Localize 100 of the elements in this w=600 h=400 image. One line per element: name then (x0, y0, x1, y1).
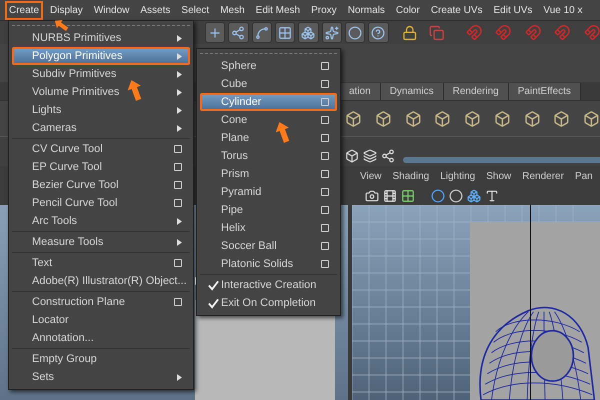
shelf-tab[interactable]: Dynamics (380, 83, 444, 100)
menu-bar-item[interactable]: Edit Mesh (252, 0, 304, 20)
option-box-icon[interactable] (174, 163, 182, 171)
menu-item[interactable]: EP Curve Tool (12, 158, 190, 176)
option-box-icon[interactable] (321, 206, 329, 214)
option-box-icon[interactable] (174, 181, 182, 189)
menu-item[interactable]: CV Curve Tool (12, 140, 190, 158)
menu-item[interactable]: Construction Plane (12, 293, 190, 311)
camera-icon[interactable] (365, 188, 379, 202)
option-box-icon[interactable] (174, 145, 182, 153)
film-icon[interactable] (383, 188, 397, 202)
menu-item[interactable]: Prism (200, 165, 337, 183)
share-icon[interactable] (381, 149, 395, 163)
toolbar-button[interactable] (274, 22, 296, 43)
scroll-bar[interactable] (403, 157, 600, 163)
menu-item[interactable]: Pyramid (200, 183, 337, 201)
menu-item[interactable]: Cone (200, 111, 337, 129)
toolbar-button[interactable] (205, 22, 226, 43)
menu-item[interactable]: Arc Tools (12, 212, 190, 230)
menu-item[interactable]: Plane (200, 129, 337, 147)
option-box-icon[interactable] (321, 242, 329, 250)
toolbar-button[interactable] (322, 22, 342, 43)
menu-bar-item[interactable]: Vue 10 x (539, 0, 587, 20)
menu-item[interactable]: Cube (200, 75, 337, 93)
menu-item[interactable]: Volume Primitives (12, 83, 190, 101)
menu-item[interactable]: Subdiv Primitives (12, 65, 190, 83)
menu-item[interactable]: NURBS Primitives (12, 29, 190, 47)
menu-item[interactable]: Interactive Creation (200, 276, 337, 294)
menu-bar-item[interactable]: Create (5, 0, 44, 20)
option-box-icon[interactable] (174, 199, 182, 207)
circle-icon[interactable] (449, 188, 463, 202)
menu-item[interactable]: Soccer Ball (200, 237, 337, 255)
layers-icon[interactable] (363, 149, 377, 163)
menu-item[interactable]: Locator (12, 311, 190, 329)
panel-menu-item[interactable]: Show (486, 168, 512, 184)
option-box-icon[interactable] (174, 259, 182, 267)
shelf-tab[interactable]: Rendering (444, 83, 509, 100)
text-icon[interactable] (485, 188, 499, 202)
option-box-icon[interactable] (321, 62, 329, 70)
menu-item[interactable]: Platonic Solids (200, 255, 337, 273)
shelf-tab[interactable]: PaintEffects (508, 83, 581, 100)
menu-item[interactable]: Text (12, 254, 190, 272)
shelf-tab[interactable]: ation (340, 83, 381, 100)
menu-item[interactable]: Measure Tools (12, 233, 190, 251)
option-box-icon[interactable] (174, 298, 182, 306)
menu-item[interactable]: Cameras (12, 119, 190, 137)
option-box-icon[interactable] (321, 170, 329, 178)
submenu-arrow-icon (177, 34, 182, 42)
menu-item[interactable]: Empty Group (12, 350, 190, 368)
checkmark-icon[interactable] (208, 298, 219, 308)
menu-item[interactable]: Polygon Primitives (12, 47, 190, 65)
grid-icon[interactable] (401, 188, 415, 202)
menu-bar-item[interactable]: Display (46, 0, 87, 20)
menu-item[interactable]: Helix (200, 219, 337, 237)
boxes-icon[interactable] (467, 188, 481, 202)
option-box-icon[interactable] (321, 152, 329, 160)
toolbar-button[interactable] (298, 22, 319, 43)
menu-bar-item[interactable]: Mesh (216, 0, 249, 20)
sparkles-icon (324, 26, 339, 40)
option-box-icon[interactable] (321, 224, 329, 232)
menu-bar-item[interactable]: Normals (344, 0, 389, 20)
panel-menu-item[interactable]: Lighting (440, 168, 476, 184)
menu-item[interactable]: Sphere (200, 57, 337, 75)
cube-icon[interactable] (345, 149, 359, 163)
menu-bar-item[interactable]: Create UVs (426, 0, 487, 20)
menu-bar-item[interactable]: Select (177, 0, 214, 20)
panel-menu-item[interactable]: Pan (574, 168, 593, 184)
menu-item[interactable]: Pipe (200, 201, 337, 219)
menu-item[interactable]: Torus (200, 147, 337, 165)
menu-bar-item[interactable]: Proxy (307, 0, 341, 20)
option-box-icon[interactable] (321, 188, 329, 196)
menu-bar-item[interactable]: Color (392, 0, 424, 20)
menu-item[interactable]: Sets (12, 368, 190, 386)
menu-bar-item[interactable]: Window (90, 0, 134, 20)
menu-item[interactable]: Annotation... (12, 329, 190, 347)
submenu-arrow-icon (177, 70, 182, 78)
menu-item[interactable]: Lights (12, 101, 190, 119)
option-box-icon[interactable] (321, 260, 329, 268)
panel-menu-item[interactable]: Renderer (522, 168, 564, 184)
toolbar-button[interactable] (252, 22, 272, 43)
option-box-icon[interactable] (321, 134, 329, 142)
panel-menu-item[interactable]: Shading (392, 168, 430, 184)
menu-item[interactable]: Cylinder (200, 93, 337, 111)
toolbar-button[interactable] (368, 22, 389, 43)
option-box-icon[interactable] (321, 98, 329, 106)
submenu-arrow-icon (177, 106, 182, 114)
menu-bar-item[interactable]: Assets (136, 0, 174, 20)
toolbar-button[interactable] (344, 22, 366, 43)
checkmark-icon[interactable] (208, 280, 219, 290)
menu-bar-item[interactable]: Edit UVs (490, 0, 536, 20)
menu-item[interactable]: Bezier Curve Tool (12, 176, 190, 194)
grid-icon (278, 26, 292, 40)
option-box-icon[interactable] (321, 116, 329, 124)
panel-menu-item[interactable]: View (360, 168, 382, 184)
lock-icon[interactable] (402, 24, 418, 40)
option-box-icon[interactable] (321, 80, 329, 88)
menu-item[interactable]: Exit On Completion (200, 294, 337, 312)
menu-item[interactable]: Pencil Curve Tool (12, 194, 190, 212)
toolbar-button[interactable] (228, 22, 249, 43)
viewport[interactable] (352, 205, 600, 400)
